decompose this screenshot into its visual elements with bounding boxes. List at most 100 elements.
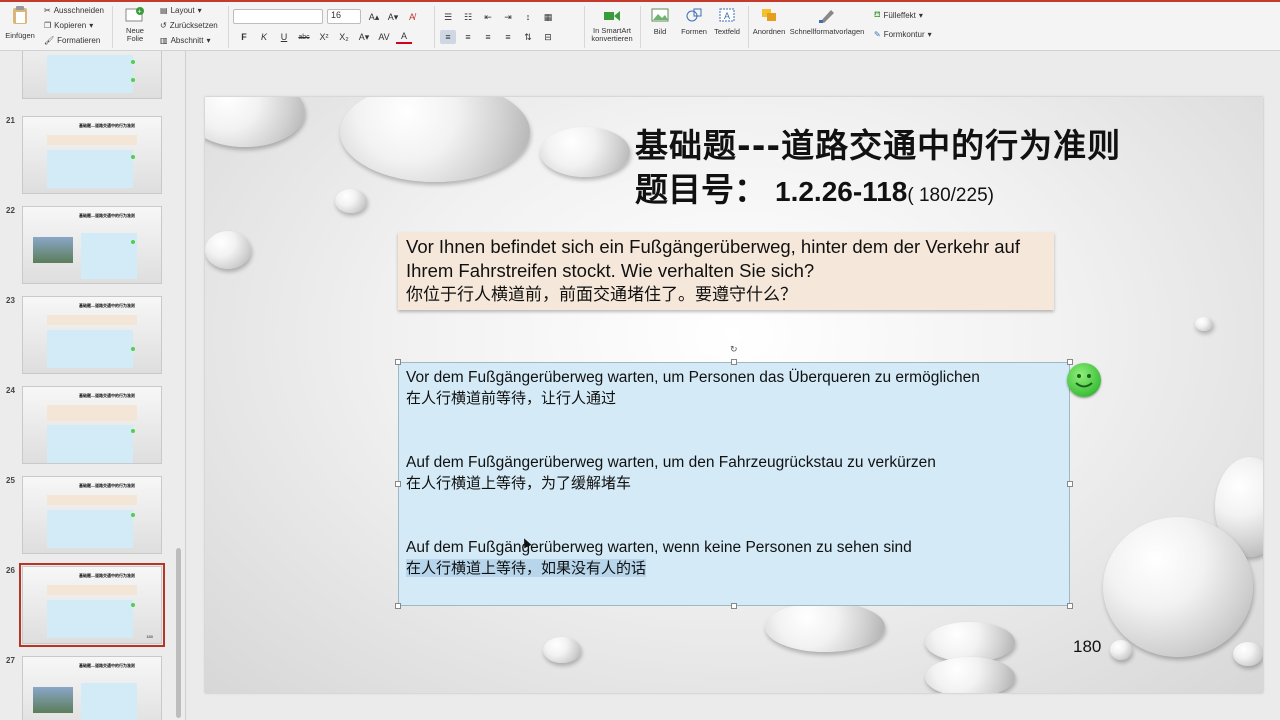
- resize-handle[interactable]: [395, 359, 401, 365]
- convert-smartart-button[interactable]: In SmartArt konvertieren: [588, 5, 636, 43]
- resize-handle[interactable]: [731, 603, 737, 609]
- question-count: ( 180/225): [907, 185, 994, 206]
- answer-option-1[interactable]: Vor dem Fußgängerüberweg warten, um Pers…: [406, 368, 1062, 408]
- align-center-icon[interactable]: ≡: [460, 30, 476, 44]
- font-color-icon[interactable]: A: [396, 30, 412, 44]
- justify-icon[interactable]: ≡: [500, 30, 516, 44]
- textbox-button[interactable]: A Textfeld: [712, 5, 742, 36]
- smiley-icon[interactable]: [1067, 363, 1101, 397]
- font-name-field[interactable]: [233, 9, 323, 24]
- layout-button[interactable]: ▤ Layout ▾: [160, 6, 202, 15]
- slide-thumbnail[interactable]: 基础题—道路交通中的行为准则: [22, 116, 162, 194]
- bold-button[interactable]: F: [236, 30, 252, 44]
- quick-styles-label: Schnellformatvorlagen: [789, 27, 865, 36]
- slide-thumbnail[interactable]: 基础题—道路交通中的行为准则: [22, 656, 162, 720]
- resize-handle[interactable]: [395, 481, 401, 487]
- thumb-question: [47, 495, 137, 505]
- answer-text-cn: 在人行横道上等待，如果没有人的话: [406, 558, 1062, 578]
- water-drop-decoration: [1103, 517, 1253, 657]
- thumb-answers: [47, 150, 133, 188]
- text-effects-icon[interactable]: A▾: [356, 30, 372, 44]
- quick-styles-button[interactable]: Schnellformatvorlagen: [790, 5, 864, 36]
- clipboard-icon: [9, 5, 31, 25]
- superscript-button[interactable]: X²: [316, 30, 332, 44]
- reset-button[interactable]: ↺ Zurücksetzen: [160, 21, 218, 30]
- align-left-icon[interactable]: ≡: [440, 30, 456, 44]
- answers-textbox[interactable]: Vor dem Fußgängerüberweg warten, um Pers…: [398, 362, 1070, 606]
- thumb-title: 基础题—道路交通中的行为准则: [79, 483, 135, 488]
- copy-button[interactable]: ❐ Kopieren ▾: [44, 21, 93, 30]
- water-drop-decoration: [205, 231, 251, 269]
- section-label: Abschnitt: [170, 36, 204, 45]
- numbered-list-icon[interactable]: ☷: [460, 10, 476, 24]
- font-size-field[interactable]: 16: [327, 9, 361, 24]
- rotate-handle-icon[interactable]: ↻: [730, 344, 738, 355]
- chevron-down-icon: ▾: [197, 6, 202, 15]
- slide-thumbnail[interactable]: 基础题—道路交通中的行为准则: [22, 206, 162, 284]
- new-slide-button[interactable]: + Neue Folie: [118, 5, 152, 43]
- slide-thumbnail[interactable]: [22, 51, 162, 99]
- columns-icon[interactable]: ▦: [540, 10, 556, 24]
- fill-button[interactable]: ⛾ Fülleffekt ▾: [874, 10, 923, 20]
- character-spacing-icon[interactable]: AV: [376, 30, 392, 44]
- thumb-question: [47, 585, 137, 595]
- picture-icon: [649, 5, 671, 25]
- align-right-icon[interactable]: ≡: [480, 30, 496, 44]
- section-button[interactable]: ▥ Abschnitt ▾: [160, 36, 210, 45]
- arrange-button[interactable]: Anordnen: [752, 5, 786, 36]
- italic-button[interactable]: K: [256, 30, 272, 44]
- answer-text-cn: 在人行横道前等待，让行人通过: [406, 389, 617, 407]
- increase-font-icon[interactable]: A▴: [366, 10, 382, 24]
- list-controls: ☰ ☷ ⇤ ⇥ ↕ ▦: [440, 10, 556, 24]
- increase-indent-icon[interactable]: ⇥: [500, 10, 516, 24]
- thumb-title: 基础题—道路交通中的行为准则: [79, 123, 135, 128]
- resize-handle[interactable]: [1067, 481, 1073, 487]
- line-spacing-icon[interactable]: ↕: [520, 10, 536, 24]
- selected-text-highlight[interactable]: 在人行横道上等待，如果没有人的话: [406, 559, 647, 577]
- slide-thumbnail-current[interactable]: 基础题—道路交通中的行为准则 180: [19, 563, 165, 647]
- resize-handle[interactable]: [1067, 603, 1073, 609]
- question-box[interactable]: Vor Ihnen befindet sich ein Fußgängerübe…: [398, 232, 1054, 310]
- water-drop-decoration: [925, 657, 1015, 693]
- resize-handle[interactable]: [395, 603, 401, 609]
- arrange-icon: [758, 5, 780, 25]
- layout-label: Layout: [170, 6, 195, 15]
- slide-canvas[interactable]: 基础题---道路交通中的行为准则 题目号： 1.2.26-118( 180/225…: [205, 97, 1263, 693]
- slide-subtitle[interactable]: 题目号： 1.2.26-118( 180/225): [635, 163, 994, 211]
- subscript-button[interactable]: X₂: [336, 30, 352, 44]
- thumb-number: 21: [6, 116, 15, 125]
- slide-title[interactable]: 基础题---道路交通中的行为准则: [635, 119, 1121, 167]
- outline-button[interactable]: ✎ Formkontur ▾: [874, 30, 932, 39]
- picture-button[interactable]: Bild: [646, 5, 674, 36]
- slide-thumbnail-panel[interactable]: 21 基础题—道路交通中的行为准则 22 基础题—道路交通中的行为准则 23 基…: [0, 51, 186, 720]
- question-text-cn: 你位于行人横道前，前面交通堵住了。要遵守什么？: [406, 285, 797, 305]
- answer-option-2[interactable]: Auf dem Fußgängerüberweg warten, um den …: [406, 453, 1062, 493]
- thumb-number: 25: [6, 476, 15, 485]
- thumb-answers: [81, 233, 137, 279]
- slide-thumbnail[interactable]: 基础题—道路交通中的行为准则: [22, 386, 162, 464]
- answer-text-de: Vor dem Fußgängerüberweg warten, um Pers…: [406, 369, 980, 386]
- paste-button[interactable]: Einfügen: [4, 5, 36, 40]
- strikethrough-button[interactable]: abc: [296, 30, 312, 44]
- slide-thumbnail[interactable]: 基础题—道路交通中的行为准则: [22, 476, 162, 554]
- panel-scrollbar[interactable]: [176, 548, 181, 718]
- clear-format-icon[interactable]: A̸: [404, 10, 420, 24]
- slide-thumbnail[interactable]: 基础题—道路交通中的行为准则: [22, 296, 162, 374]
- paintbrush-icon: 🖌: [44, 36, 55, 45]
- decrease-font-icon[interactable]: A▾: [385, 10, 401, 24]
- answer-option-3[interactable]: Auf dem Fußgängerüberweg warten, wenn ke…: [406, 538, 1062, 578]
- water-drop-decoration: [543, 637, 581, 663]
- shapes-label: Formen: [681, 27, 707, 36]
- bullet-list-icon[interactable]: ☰: [440, 10, 456, 24]
- resize-handle[interactable]: [731, 359, 737, 365]
- underline-button[interactable]: U: [276, 30, 292, 44]
- copy-label: Kopieren: [54, 21, 87, 30]
- text-direction-icon[interactable]: ⇅: [520, 30, 536, 44]
- align-text-icon[interactable]: ⊟: [540, 30, 556, 44]
- decrease-indent-icon[interactable]: ⇤: [480, 10, 496, 24]
- format-painter-button[interactable]: 🖌 Formatieren: [44, 36, 100, 45]
- svg-text:+: +: [138, 9, 142, 16]
- shapes-button[interactable]: Formen: [678, 5, 710, 36]
- cut-button[interactable]: ✂ Ausschneiden: [44, 6, 104, 15]
- question-number: 1.2.26-118: [775, 176, 908, 207]
